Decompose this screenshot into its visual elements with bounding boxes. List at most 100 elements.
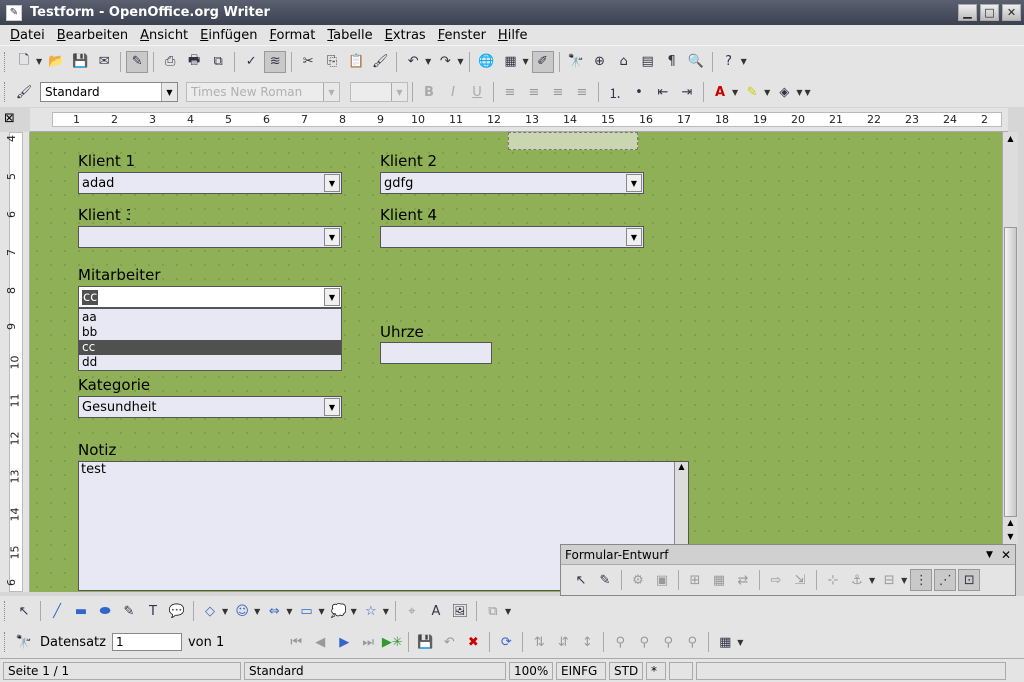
record-number-input[interactable]: 1 [111,633,182,651]
text-icon[interactable]: T [142,600,164,622]
spellcheck-icon[interactable]: ✓ [240,51,262,73]
menu-fenster[interactable]: Fenster [438,28,486,43]
menu-tabelle[interactable]: Tabelle [327,28,372,43]
chevron-down-icon[interactable]: ▼ [161,83,177,101]
help-icon[interactable]: ? [718,51,740,73]
flowcharts-dropdown-icon[interactable]: ▼ [318,607,324,616]
close-button[interactable]: ✕ [1002,4,1021,21]
new-document-icon[interactable]: 🗋 [13,51,35,73]
symbol-shapes-icon[interactable]: ☺ [231,600,253,622]
save-icon[interactable]: 💾 [69,51,91,73]
status-page[interactable]: Seite 1 / 1 [3,661,241,680]
minimize-button[interactable]: ▁ [958,4,977,21]
document-page[interactable]: Klient 1 adad ▼ Klient 2 gdfg ▼ Klient 3… [30,132,1002,592]
flowcharts-icon[interactable]: ▭ [295,600,317,622]
alignment-icon[interactable]: ⊟ [878,569,900,591]
control-properties-icon[interactable]: ⊞ [684,569,706,591]
close-icon[interactable]: ✕ [1001,548,1011,562]
scrollbar-thumb[interactable] [1004,227,1017,517]
highlight-icon[interactable]: ✎ [741,81,763,103]
form-properties-icon[interactable]: ▦ [708,569,730,591]
chevron-down-icon[interactable]: ▼ [324,288,340,306]
chevron-down-icon[interactable]: ▼ [391,83,407,101]
background-dropdown-icon[interactable]: ▼ [796,88,802,97]
bullets-icon[interactable]: • [628,81,650,103]
toolbar-grip[interactable] [4,632,8,652]
vertical-ruler[interactable]: 4 5 6 7 8 9 10 11 12 13 14 15 6 [0,132,30,592]
status-zoom[interactable]: 100% [509,661,553,680]
list-item-selected[interactable]: cc [79,340,341,355]
zoom-icon[interactable]: 🔍 [685,51,707,73]
page-preview-icon[interactable]: ⧉ [207,51,229,73]
chevron-down-icon[interactable]: ▼ [323,83,339,101]
redo-icon[interactable]: ↷ [434,51,456,73]
data-sources-icon[interactable]: ▤ [637,51,659,73]
uhrzeit-input[interactable] [380,342,492,364]
stars-dropdown-icon[interactable]: ▼ [383,607,389,616]
last-record-icon[interactable]: ⏭ [357,631,379,653]
export-pdf-icon[interactable]: ⎙ [159,51,181,73]
standard-filter-icon[interactable]: ⚲ [657,631,679,653]
save-record-icon[interactable]: 💾 [414,631,436,653]
align-left-icon[interactable]: ≡ [499,81,521,103]
toolbar-more-icon[interactable]: ▼ [737,638,743,647]
document-vertical-scrollbar[interactable]: ▲ ▲ ▼ [1002,132,1018,544]
undo-icon[interactable]: ↶ [402,51,424,73]
freeform-icon[interactable]: ✎ [118,600,140,622]
show-draw-functions-icon[interactable]: ✐ [531,50,554,73]
formatting-marks-icon[interactable]: ¶ [661,51,683,73]
toolbar-grip[interactable] [4,601,8,621]
klient4-combo[interactable]: ▼ [380,226,644,248]
extrusion-icon[interactable]: ⧉ [482,600,504,622]
numbering-icon[interactable]: ⒈ [604,81,626,103]
chevron-down-icon[interactable]: ▼ [626,174,642,192]
new-record-icon[interactable]: ▶✳ [381,631,403,653]
hyperlink-icon[interactable]: 🌐 [475,51,497,73]
toolbar-more-icon[interactable]: ▼ [741,57,747,66]
callouts-dropdown-icon[interactable]: ▼ [351,607,357,616]
form-design-header[interactable]: Formular-Entwurf ▼ ✕ [561,545,1015,565]
refresh-icon[interactable]: ⟳ [495,631,517,653]
helplines-moving-icon[interactable]: ⊡ [958,569,981,591]
tab-stop-icon[interactable]: ⊠ [4,111,20,127]
data-source-as-table-icon[interactable]: ▦ [714,631,736,653]
select-arrow-icon[interactable]: ↖ [13,600,35,622]
gallery-icon[interactable]: ⌂ [613,51,635,73]
font-name-combo[interactable]: Times New Roman ▼ [186,82,340,102]
chevron-down-icon[interactable]: ▼ [986,550,993,560]
menu-ansicht[interactable]: Ansicht [140,28,188,43]
table-dropdown-icon[interactable]: ▼ [522,57,528,66]
fontwork-gallery-icon[interactable]: A [425,600,447,622]
print-icon[interactable]: 🖶 [183,51,205,73]
callouts-icon[interactable]: 💭 [328,600,350,622]
scroll-up-icon[interactable]: ▲ [675,462,688,471]
sort-ascending-icon[interactable]: ⇅ [528,631,550,653]
navigator-icon[interactable]: ⊕ [589,51,611,73]
callout-icon[interactable]: 💬 [166,600,188,622]
menu-extras[interactable]: Extras [385,28,426,43]
menu-format[interactable]: Format [270,28,316,43]
edit-file-icon[interactable]: ✎ [126,50,149,73]
form-navigator-icon[interactable]: ⚙ [627,569,649,591]
scroll-up-icon[interactable]: ▲ [1004,132,1017,144]
delete-record-icon[interactable]: ✖ [462,631,484,653]
toolbar-grip[interactable] [4,82,8,102]
find-replace-icon[interactable]: 🔭 [565,51,587,73]
font-color-icon[interactable]: A [709,81,731,103]
find-record-icon[interactable]: 🔭 [13,631,35,653]
styles-formatting-icon[interactable]: 🖌 [13,81,35,103]
block-arrows-dropdown-icon[interactable]: ▼ [286,607,292,616]
italic-icon[interactable]: I [442,81,464,103]
chevron-down-icon[interactable]: ▼ [626,228,642,246]
justify-icon[interactable]: ≡ [571,81,593,103]
klient2-combo[interactable]: gdfg ▼ [380,172,644,194]
select-icon[interactable]: ↖ [570,569,592,591]
font-size-combo[interactable]: ▼ [350,82,408,102]
basic-shapes-dropdown-icon[interactable]: ▼ [222,607,228,616]
sort-descending-icon[interactable]: ⇵ [552,631,574,653]
increase-indent-icon[interactable]: ⇥ [676,81,698,103]
line-icon[interactable]: ╱ [46,600,68,622]
menu-hilfe[interactable]: Hilfe [498,28,528,43]
activation-order-icon[interactable]: ⇄ [732,569,754,591]
basic-shapes-icon[interactable]: ◇ [199,600,221,622]
